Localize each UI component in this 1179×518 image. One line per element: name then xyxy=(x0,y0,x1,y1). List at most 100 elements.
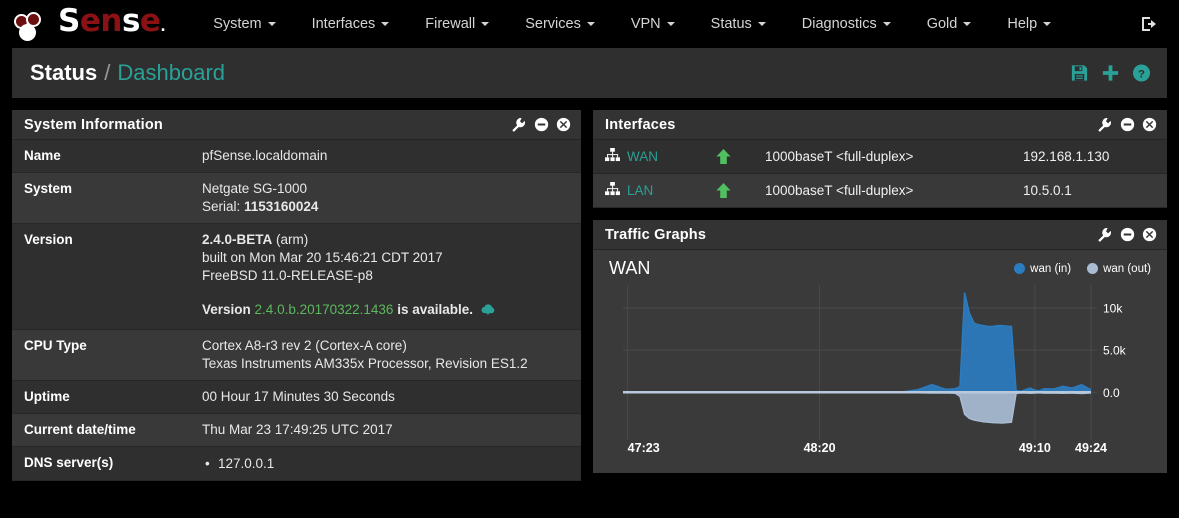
cpu-detail: Texas Instruments AM335x Processor, Revi… xyxy=(202,356,528,371)
interface-media: 1000baseT <full-duplex> xyxy=(765,183,914,198)
version-number: 2.4.0-BETA xyxy=(202,232,273,247)
interface-name: LAN xyxy=(627,183,654,198)
right-column: Interfaces WAN 1000baseT <full-duplex> 1… xyxy=(593,110,1167,488)
breadcrumb-wrap: Status / Dashboard ? xyxy=(0,48,1179,98)
floppy-disk-icon[interactable] xyxy=(1070,64,1089,83)
nav-item-help[interactable]: Help xyxy=(989,0,1069,48)
wrench-icon[interactable] xyxy=(1096,117,1113,133)
page-title: Dashboard xyxy=(117,60,226,85)
arrow-up-icon xyxy=(715,148,765,165)
interface-media: 1000baseT <full-duplex> xyxy=(765,149,914,164)
dns-server-list: 127.0.0.1 xyxy=(202,454,274,473)
nav-label: Interfaces xyxy=(311,16,376,32)
interface-name-cell[interactable]: LAN xyxy=(605,182,715,199)
system-information-panel: System Information Name pfSense.localdom… xyxy=(12,110,581,481)
logo-text: Sense. xyxy=(58,3,166,39)
row-label: System xyxy=(24,181,73,196)
interface-name-cell[interactable]: WAN xyxy=(605,148,715,165)
table-row: DNS server(s) 127.0.0.1 xyxy=(12,447,581,481)
pfsense-logo[interactable]: Sense. xyxy=(14,3,166,42)
times-circle-icon[interactable] xyxy=(1142,117,1157,132)
nav-label: Services xyxy=(525,16,581,32)
breadcrumb-parent[interactable]: Status xyxy=(30,60,97,86)
sitemap-icon xyxy=(605,182,620,199)
system-serial-line: Serial: 1153160024 xyxy=(202,199,319,214)
table-row: System Netgate SG-1000 Serial: 115316002… xyxy=(12,173,581,224)
nav-label: Firewall xyxy=(425,16,476,32)
update-prefix: Version xyxy=(202,302,251,317)
logout-icon[interactable] xyxy=(1139,14,1159,34)
chevron-down-icon xyxy=(882,22,891,26)
row-label: Current date/time xyxy=(24,422,136,437)
system-name: pfSense.localdomain xyxy=(202,148,328,163)
update-version[interactable]: 2.4.0.b.20170322.1436 xyxy=(255,302,394,317)
dashboard-content: System Information Name pfSense.localdom… xyxy=(0,98,1179,488)
row-value: pfSense.localdomain xyxy=(202,147,327,165)
nav-item-interfaces[interactable]: Interfaces xyxy=(294,0,408,48)
nav-item-gold[interactable]: Gold xyxy=(909,0,990,48)
wrench-icon[interactable] xyxy=(510,117,527,133)
version-update-line: Version 2.4.0.b.20170322.1436 is availab… xyxy=(202,301,496,322)
minus-circle-icon[interactable] xyxy=(1120,227,1135,242)
row-label: CPU Type xyxy=(24,338,87,353)
cloud-download-icon[interactable] xyxy=(480,303,496,322)
system-serial: 1153160024 xyxy=(244,199,319,214)
nav-item-status[interactable]: Status xyxy=(693,0,784,48)
legend-swatch xyxy=(1087,263,1099,274)
interface-ip: 192.168.1.130 xyxy=(1023,149,1110,164)
traffic-chart[interactable]: 10k 5.0k 0.0 47:23 48:20 49:10 49:24 xyxy=(601,283,1159,458)
panel-title: Traffic Graphs xyxy=(605,226,707,243)
nav-label: VPN xyxy=(630,16,661,32)
minus-circle-icon[interactable] xyxy=(534,117,549,132)
nav-label: System xyxy=(213,16,262,32)
table-row: CPU Type Cortex A8-r3 rev 2 (Cortex-A co… xyxy=(12,330,581,381)
pfsense-logo-icon xyxy=(14,12,56,42)
legend-item-wan-in[interactable]: wan (in) xyxy=(1014,263,1071,275)
traffic-graphs-header: Traffic Graphs xyxy=(593,220,1167,250)
svg-text:47:23: 47:23 xyxy=(628,441,660,455)
breadcrumb-separator: / xyxy=(104,60,111,85)
plus-icon[interactable] xyxy=(1101,64,1120,83)
minus-circle-icon[interactable] xyxy=(1120,117,1135,132)
times-circle-icon[interactable] xyxy=(1142,227,1157,242)
version-built: built on Mon Mar 20 15:46:21 CDT 2017 xyxy=(202,250,443,265)
system-model: Netgate SG-1000 xyxy=(202,181,308,196)
legend-item-wan-out[interactable]: wan (out) xyxy=(1087,263,1151,275)
version-line: 2.4.0-BETA (arm) xyxy=(202,231,496,249)
chevron-down-icon xyxy=(381,22,390,26)
version-kernel: FreeBSD 11.0-RELEASE-p8 xyxy=(202,268,373,283)
table-row: WAN 1000baseT <full-duplex> 192.168.1.13… xyxy=(593,140,1167,174)
svg-text:?: ? xyxy=(1138,68,1145,80)
list-item: 127.0.0.1 xyxy=(202,454,274,473)
table-row: Name pfSense.localdomain xyxy=(12,140,581,173)
update-suffix: is available. xyxy=(397,302,474,317)
times-circle-icon[interactable] xyxy=(556,117,571,132)
svg-text:49:24: 49:24 xyxy=(1075,441,1107,455)
nav-item-services[interactable]: Services xyxy=(507,0,613,48)
interface-ip: 10.5.0.1 xyxy=(1023,183,1072,198)
nav-item-vpn[interactable]: VPN xyxy=(613,0,693,48)
row-value: Netgate SG-1000 Serial: 1153160024 xyxy=(202,180,318,216)
row-value: 2.4.0-BETA (arm) built on Mon Mar 20 15:… xyxy=(202,231,496,322)
svg-text:5.0k: 5.0k xyxy=(1103,344,1127,358)
table-row: LAN 1000baseT <full-duplex> 10.5.0.1 xyxy=(593,174,1167,208)
wrench-icon[interactable] xyxy=(1096,227,1113,243)
row-label: Name xyxy=(24,148,61,163)
nav-item-system[interactable]: System xyxy=(195,0,293,48)
question-circle-icon[interactable]: ? xyxy=(1132,64,1151,83)
datetime-value: Thu Mar 23 17:49:25 UTC 2017 xyxy=(202,422,393,437)
legend-swatch xyxy=(1014,263,1026,274)
row-label: Uptime xyxy=(24,389,70,404)
chevron-down-icon xyxy=(757,22,766,26)
nav-item-firewall[interactable]: Firewall xyxy=(407,0,507,48)
panel-title: Interfaces xyxy=(605,116,676,133)
svg-text:10k: 10k xyxy=(1103,301,1123,315)
system-information-header: System Information xyxy=(12,110,581,140)
chart-legend: wan (in) wan (out) xyxy=(1014,263,1151,275)
svg-text:0.0: 0.0 xyxy=(1103,386,1120,400)
nav-label: Status xyxy=(710,16,752,32)
graph-interface-label: WAN xyxy=(609,258,651,278)
nav-item-diagnostics[interactable]: Diagnostics xyxy=(784,0,909,48)
svg-text:49:10: 49:10 xyxy=(1019,441,1051,455)
row-value: 127.0.0.1 xyxy=(202,454,274,473)
